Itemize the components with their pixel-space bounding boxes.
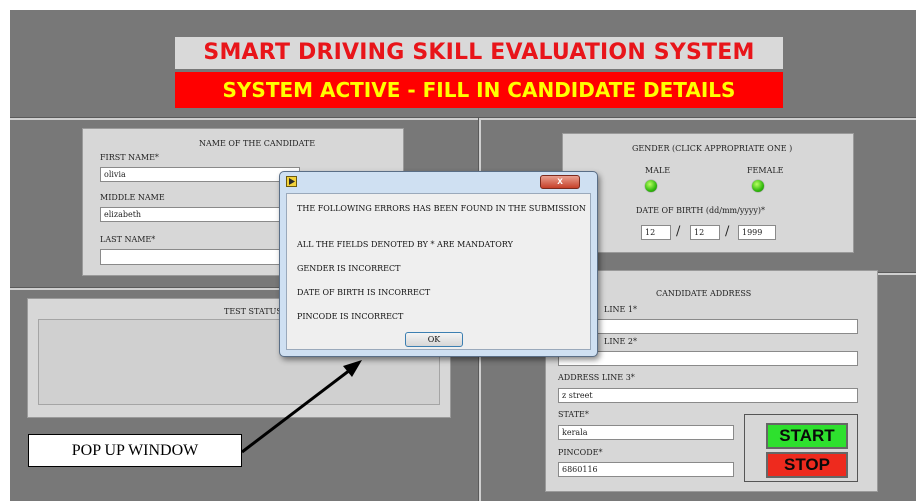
callout-arrow (241, 360, 362, 454)
